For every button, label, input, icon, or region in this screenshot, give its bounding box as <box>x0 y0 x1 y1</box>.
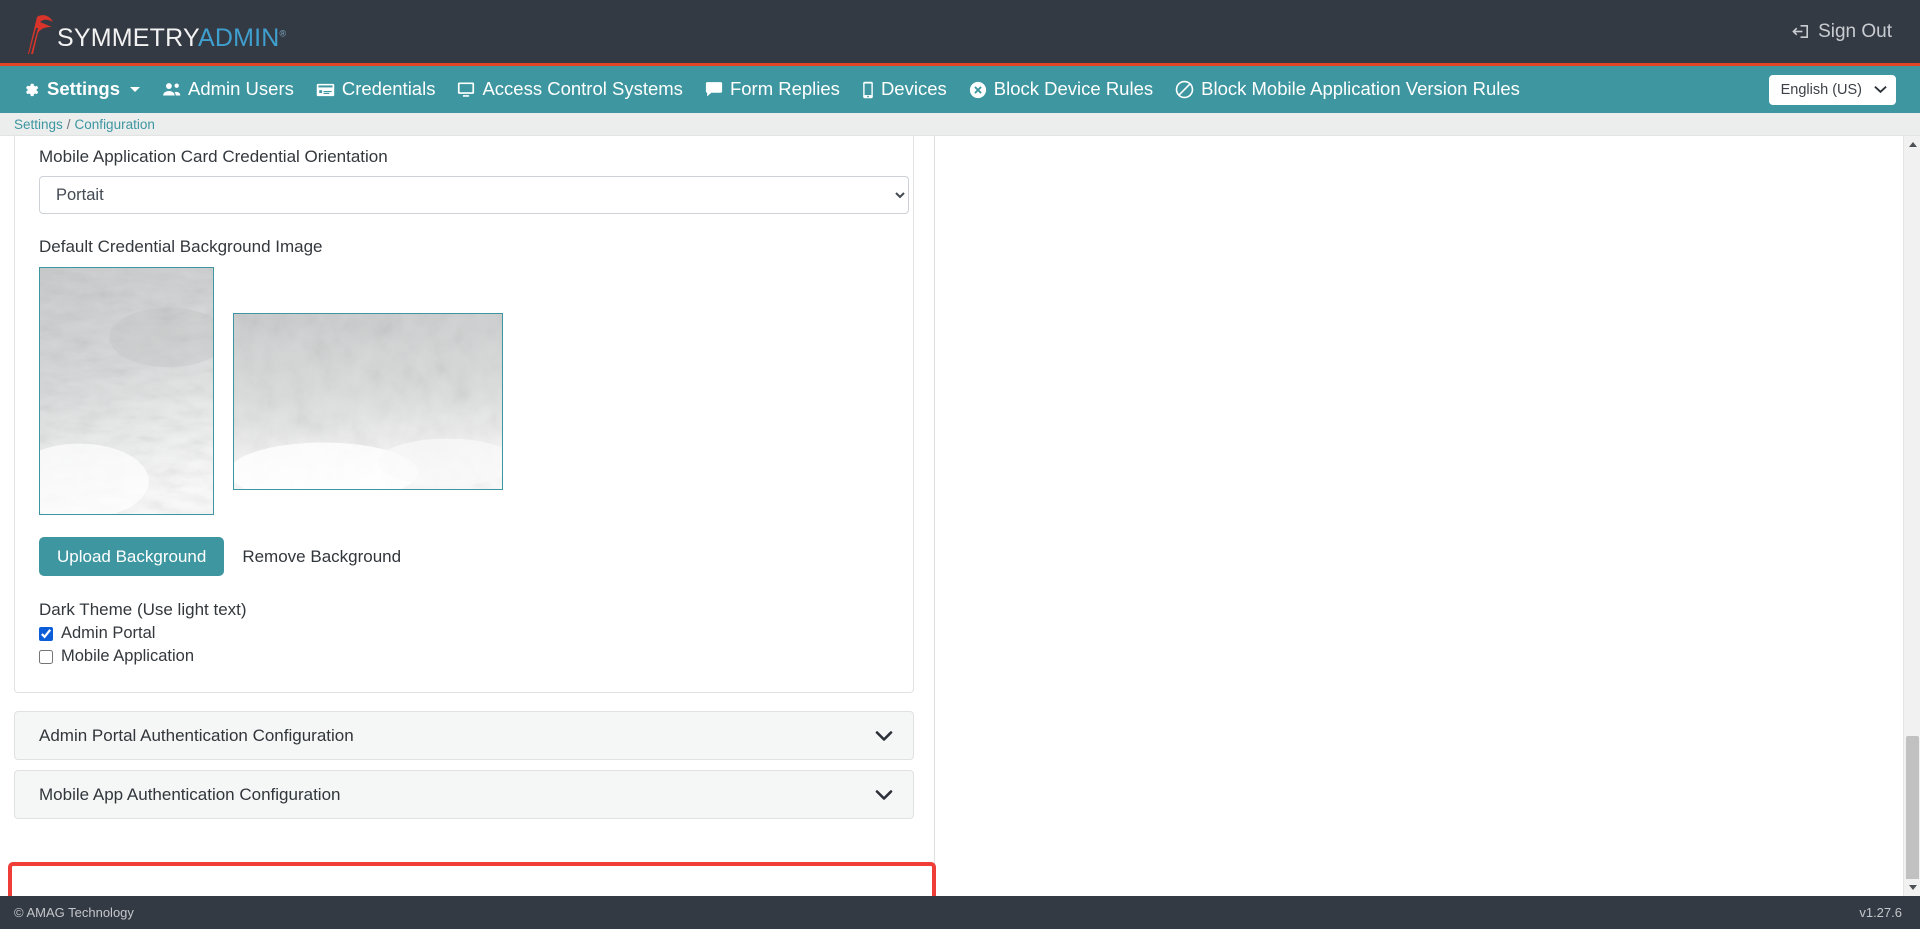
nav-item-label: Settings <box>47 78 120 100</box>
nav-item-form-replies[interactable]: Form Replies <box>705 80 840 99</box>
footer-copyright: © AMAG Technology <box>14 905 134 920</box>
dark-theme-admin-portal-row: Admin Portal <box>39 624 889 643</box>
background-image-label: Default Credential Background Image <box>39 237 323 257</box>
nav-item-label: Admin Users <box>187 78 294 100</box>
brand-primary: SYMMETRY <box>57 23 198 52</box>
sign-out-label: Sign Out <box>1818 20 1892 42</box>
language-select[interactable]: English (US) <box>1768 74 1896 105</box>
authentication-accordion: Admin Portal Authentication Configuratio… <box>14 711 914 820</box>
dark-theme-mobile-application-label[interactable]: Mobile Application <box>61 647 194 666</box>
brand-trademark: ® <box>279 28 287 39</box>
background-actions: Upload Background Remove Background <box>39 537 889 577</box>
nav-item-list: Settings Admin Users Credentials Access … <box>22 80 1769 99</box>
brand-wordmark: SYMMETRYADMIN® <box>57 23 287 52</box>
main-navbar: Settings Admin Users Credentials Access … <box>0 66 1920 113</box>
dark-theme-mobile-application-row: Mobile Application <box>39 647 889 666</box>
breadcrumb-current: Configuration <box>74 116 155 132</box>
nav-item-admin-users[interactable]: Admin Users <box>162 80 294 99</box>
nav-item-devices[interactable]: Devices <box>862 80 947 99</box>
orientation-label: Mobile Application Card Credential Orien… <box>39 147 388 166</box>
eagle-logo-icon <box>22 13 56 55</box>
chevron-down-icon <box>129 87 140 92</box>
nav-item-label: Block Mobile Application Version Rules <box>1201 78 1520 100</box>
chevron-down-icon <box>875 789 893 801</box>
accordion-admin-portal-authentication[interactable]: Admin Portal Authentication Configuratio… <box>14 711 914 761</box>
app-root: SYMMETRYADMIN® Sign Out Settings Admin U… <box>0 0 1920 929</box>
comment-icon <box>705 81 723 98</box>
footer-version: v1.27.6 <box>1859 905 1902 920</box>
caret-down-icon <box>1908 885 1917 890</box>
nav-item-block-mobile-application-version-rules[interactable]: Block Mobile Application Version Rules <box>1175 80 1520 99</box>
gear-icon <box>22 81 40 99</box>
language-select-value: English (US) <box>1780 81 1862 98</box>
content-scroll-area: Mobile Application Card Credential Orien… <box>0 136 1920 896</box>
red-highlight-annotation <box>8 862 936 896</box>
nav-item-settings[interactable]: Settings <box>22 80 140 99</box>
scroll-down-arrow[interactable] <box>1904 879 1920 896</box>
vertical-scrollbar[interactable] <box>1903 136 1920 896</box>
brand-secondary: ADMIN <box>197 23 280 52</box>
scroll-up-arrow[interactable] <box>1904 136 1920 153</box>
breadcrumb: Settings / Configuration <box>0 113 1920 136</box>
breadcrumb-root-link[interactable]: Settings <box>14 117 63 132</box>
nav-item-credentials[interactable]: Credentials <box>316 78 436 100</box>
upload-background-button[interactable]: Upload Background <box>39 537 225 577</box>
nav-item-access-control-systems[interactable]: Access Control Systems <box>457 78 683 100</box>
nav-item-block-device-rules[interactable]: Block Device Rules <box>969 80 1153 99</box>
mobile-credential-settings-card: Mobile Application Card Credential Orien… <box>14 136 914 694</box>
chevron-down-icon <box>875 730 893 742</box>
top-header: SYMMETRYADMIN® Sign Out <box>0 0 1920 66</box>
ban-icon <box>1175 80 1194 99</box>
scrollbar-thumb[interactable] <box>1906 736 1919 896</box>
dark-theme-admin-portal-checkbox[interactable] <box>39 626 53 641</box>
dark-theme-mobile-application-checkbox[interactable] <box>39 649 53 664</box>
users-icon <box>162 81 181 98</box>
accordion-mobile-app-authentication[interactable]: Mobile App Authentication Configuration <box>14 770 914 820</box>
sign-out-button[interactable]: Sign Out <box>1792 21 1892 43</box>
configuration-panel: Mobile Application Card Credential Orien… <box>0 136 936 896</box>
sign-out-icon <box>1792 22 1811 41</box>
remove-background-button[interactable]: Remove Background <box>242 547 401 567</box>
caret-up-icon <box>1908 142 1917 147</box>
chevron-down-icon <box>1874 83 1887 96</box>
content-region: Mobile Application Card Credential Orien… <box>0 136 1903 896</box>
mobile-icon <box>862 81 874 99</box>
dark-theme-admin-portal-label[interactable]: Admin Portal <box>61 624 155 643</box>
landscape-preview-thumbnail[interactable] <box>233 313 503 491</box>
dark-theme-label: Dark Theme (Use light text) <box>39 600 247 620</box>
nav-item-label: Form Replies <box>729 78 840 100</box>
portrait-preview-image <box>40 268 213 515</box>
nav-item-label: Devices <box>880 78 947 100</box>
breadcrumb-separator: / <box>66 116 71 132</box>
background-previews <box>39 267 889 517</box>
brand-logo-group[interactable]: SYMMETRYADMIN® <box>22 9 286 55</box>
landscape-preview-image <box>234 314 502 490</box>
nav-item-label: Credentials <box>341 78 436 100</box>
nav-item-label: Block Device Rules <box>993 78 1154 100</box>
nav-item-label: Access Control Systems <box>482 78 683 100</box>
monitor-icon <box>457 81 475 98</box>
page-footer: © AMAG Technology v1.27.6 <box>0 896 1920 929</box>
orientation-select[interactable]: Portait Landscape <box>39 176 909 215</box>
card-icon <box>316 82 335 98</box>
accordion-title: Admin Portal Authentication Configuratio… <box>39 725 354 745</box>
times-circle-icon <box>969 81 987 99</box>
accordion-title: Mobile App Authentication Configuration <box>39 784 341 804</box>
portrait-preview-thumbnail[interactable] <box>39 267 214 516</box>
